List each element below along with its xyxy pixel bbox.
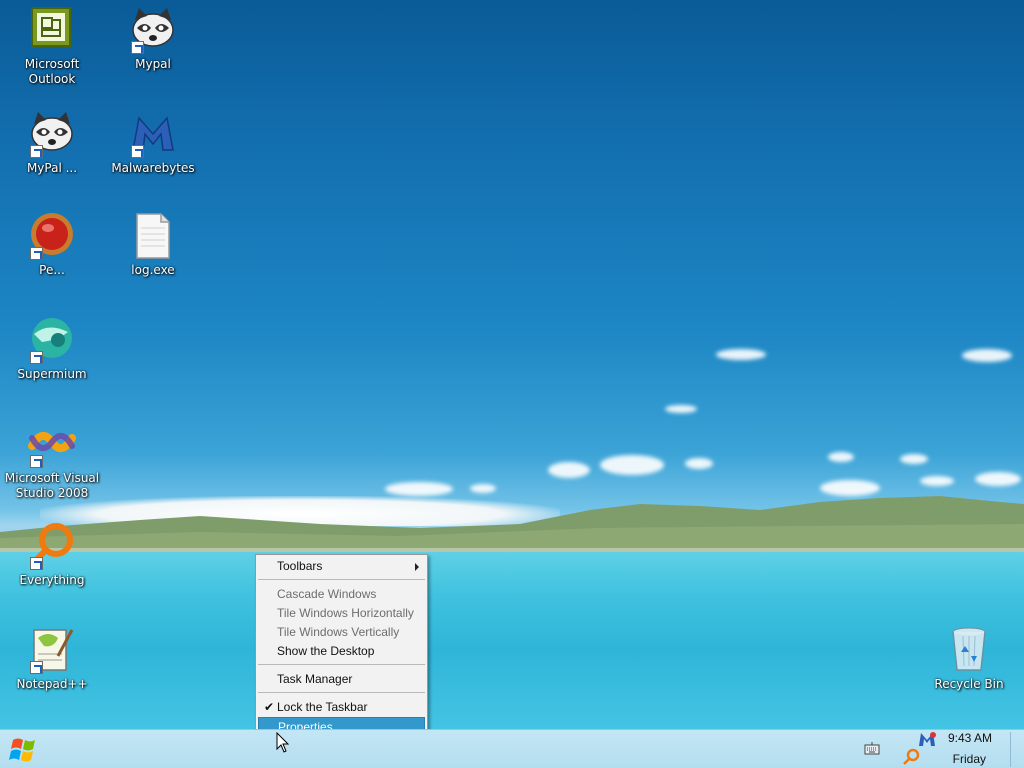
start-button[interactable] [4,734,44,766]
shortcut-arrow-icon [30,351,43,364]
raccoon-icon [28,110,76,158]
keyboard-icon[interactable] [864,742,880,756]
red-orb-icon [28,212,76,260]
wallpaper-mountains [0,496,1024,552]
taskbar-context-menu: Toolbars Cascade Windows Tile Windows Ho… [255,554,428,738]
desktop[interactable]: Microsoft Outlook Mypal MyPal ... Malwar… [0,0,1024,729]
desktop-icon-mypal-2[interactable]: MyPal ... [2,110,102,176]
malwarebytes-icon [129,110,177,158]
menu-item-tile-horizontally[interactable]: Tile Windows Horizontally [258,604,425,623]
shortcut-arrow-icon [30,247,43,260]
shortcut-arrow-icon [30,145,43,158]
shortcut-arrow-icon [30,455,43,468]
desktop-icon-everything[interactable]: Everything [2,522,102,588]
mouse-cursor-icon [276,732,290,753]
outlook-icon [28,6,76,54]
clock-day[interactable]: Friday [953,752,986,766]
desktop-icon-label: Recycle Bin [934,677,1004,691]
raccoon-icon [129,6,177,54]
clock-time[interactable]: 9:43 AM [948,731,992,745]
desktop-icon-label: MyPal ... [26,161,78,175]
system-tray: 9:43 AM Friday [844,730,1024,768]
menu-item-label: Task Manager [277,672,353,686]
menu-separator [258,664,425,665]
checkmark-icon: ✔ [264,700,275,714]
menu-item-show-desktop[interactable]: Show the Desktop [258,642,425,661]
shortcut-arrow-icon [30,557,43,570]
supermium-icon [28,316,76,364]
wallpaper-cloud [828,452,854,462]
visual-studio-icon [28,420,76,468]
notepadpp-icon [28,626,76,674]
wallpaper-cloud [548,462,590,478]
wallpaper-cloud [900,454,928,464]
wallpaper-cloud [685,458,713,469]
menu-item-label: Lock the Taskbar [277,700,368,714]
desktop-icon-label: Notepad++ [16,677,88,691]
desktop-icon-log[interactable]: log.exe [103,212,203,278]
desktop-icon-recycle-bin[interactable]: Recycle Bin [919,626,1019,692]
magnifier-icon [28,522,76,570]
desktop-icon-label: Malwarebytes [111,161,195,175]
submenu-arrow-icon [415,563,419,571]
taskbar[interactable]: 9:43 AM Friday [0,729,1024,768]
wallpaper-lake [0,552,1024,729]
desktop-icon-label: Microsoft Outlook [24,57,80,86]
wallpaper-cloud [716,349,766,360]
menu-item-label: Toolbars [277,559,323,573]
desktop-icon-label: Pe... [39,263,65,277]
wallpaper-cloud [920,476,954,486]
desktop-icon-visual-studio[interactable]: Microsoft Visual Studio 2008 [2,420,102,501]
desktop-icon-outlook[interactable]: Microsoft Outlook [2,6,102,87]
recycle-bin-icon [945,626,993,674]
malwarebytes-tray-icon[interactable] [918,731,936,747]
everything-tray-icon[interactable] [902,748,920,766]
menu-item-lock-taskbar[interactable]: ✔ Lock the Taskbar [258,698,425,717]
shortcut-arrow-icon [131,145,144,158]
desktop-icon-malwarebytes[interactable]: Malwarebytes [103,110,203,176]
menu-item-label: Tile Windows Vertically [277,625,400,639]
shortcut-arrow-icon [131,41,144,54]
menu-item-cascade-windows[interactable]: Cascade Windows [258,585,425,604]
file-icon [129,212,177,260]
desktop-icon-label: Mypal [135,57,171,71]
desktop-icon-label: Everything [19,573,85,587]
wallpaper-cloud [600,455,664,475]
menu-separator [258,692,425,693]
menu-item-tile-vertically[interactable]: Tile Windows Vertically [258,623,425,642]
desktop-icon-label: Supermium [17,367,87,381]
menu-item-task-manager[interactable]: Task Manager [258,670,425,689]
menu-separator [258,579,425,580]
desktop-icon-supermium[interactable]: Supermium [2,316,102,382]
shortcut-arrow-icon [30,661,43,674]
show-desktop-button[interactable] [1010,732,1022,767]
wallpaper-cloud [962,349,1012,362]
menu-item-label: Cascade Windows [277,587,377,601]
desktop-icon-label: Microsoft Visual Studio 2008 [4,471,100,500]
desktop-icon-notepadpp[interactable]: Notepad++ [2,626,102,692]
wallpaper-cloud [975,472,1021,486]
wallpaper-cloud [665,405,697,413]
menu-item-label: Tile Windows Horizontally [277,606,414,620]
windows-logo-icon [9,738,35,762]
menu-item-label: Show the Desktop [277,644,375,658]
desktop-icon-pe[interactable]: Pe... [2,212,102,278]
desktop-icon-label: log.exe [131,263,175,277]
desktop-icon-mypal[interactable]: Mypal [103,6,203,72]
menu-item-toolbars[interactable]: Toolbars [258,557,425,576]
